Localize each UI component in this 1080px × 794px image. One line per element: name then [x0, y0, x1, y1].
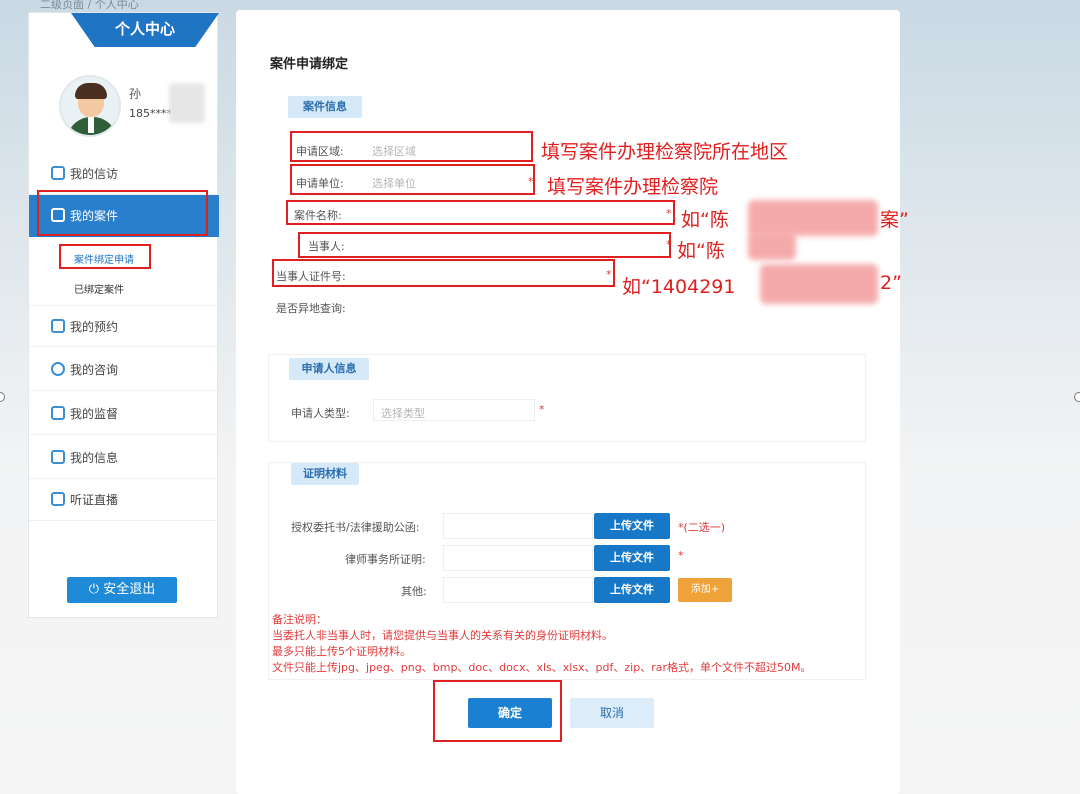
user-name: 孙: [129, 87, 142, 101]
file-name-field-law-firm: [443, 545, 593, 571]
breadcrumb: 二级页面 / 个人中心: [40, 0, 139, 11]
sub-item-bound-cases[interactable]: 已绑定案件: [74, 281, 124, 296]
sidebar-header: 个人中心: [71, 13, 219, 47]
remarks-line: 当委托人非当事人时，请您提供与当事人的关系有关的身份证明材料。: [272, 629, 613, 642]
main-panel: 案件申请绑定 案件信息 申请区域: 选择区域 申请单位: 选择单位 * 案件名称…: [236, 10, 900, 794]
logout-label: 安全退出: [103, 582, 156, 597]
play-icon: [51, 492, 65, 506]
material-label-authorization: 授权委托书/法律援助公函:: [291, 521, 420, 534]
applicant-section: 申请人信息 申请人类型: 选择类型 *: [268, 354, 866, 442]
applicant-tag: 申请人信息: [289, 358, 369, 380]
sidebar-item-label: 我的监督: [70, 407, 119, 421]
resize-handle-left[interactable]: [0, 392, 5, 402]
sidebar-item-consultations[interactable]: 我的咨询: [29, 349, 219, 391]
annotation-case-name-prefix: 如“陈: [681, 209, 729, 231]
annotation-party-prefix: 如“陈: [677, 240, 725, 262]
remote-query-label: 是否异地查询:: [276, 302, 346, 315]
sidebar-item-label: 我的信息: [70, 451, 119, 465]
highlight-case-binding-apply: [59, 244, 151, 269]
sidebar-item-label: 我的咨询: [70, 363, 119, 377]
sidebar-item-hearing-live[interactable]: 听证直播: [29, 479, 219, 521]
material-label-law-firm: 律师事务所证明:: [345, 553, 426, 566]
sidebar-item-appointments[interactable]: 我的预约: [29, 305, 219, 347]
case-info-tag: 案件信息: [288, 96, 362, 118]
annotation-case-name-suffix: 案”: [880, 209, 909, 231]
page-title: 案件申请绑定: [270, 57, 349, 72]
applicant-type-label: 申请人类型:: [291, 407, 350, 420]
material-label-other: 其他:: [401, 585, 427, 598]
file-name-field-other: [443, 577, 593, 603]
sidebar-item-label: 我的预约: [70, 320, 119, 334]
sidebar: 个人中心 孙 185**** 我的信访 我的案件 案件绑定申请 已绑定案件 我的…: [28, 12, 219, 618]
annotation-unit: 填写案件办理检察院: [547, 176, 719, 198]
either-one-note: *(二选一): [678, 521, 726, 534]
remarks-line: 最多只能上传5个证明材料。: [272, 645, 411, 658]
id-card-icon: [51, 450, 65, 464]
materials-tag: 证明材料: [291, 463, 359, 485]
upload-button-other[interactable]: 上传文件: [594, 577, 670, 603]
remarks-line: 文件只能上传jpg、jpeg、png、bmp、doc、docx、xls、xlsx…: [272, 661, 812, 674]
supervise-icon: [51, 406, 65, 420]
annotation-id-prefix: 如“1404291: [622, 276, 736, 298]
privacy-mosaic: [748, 200, 878, 236]
upload-button-authorization[interactable]: 上传文件: [594, 513, 670, 539]
highlight-area: [290, 131, 533, 162]
file-name-field-authorization: [443, 513, 593, 539]
calendar-icon: [51, 319, 65, 333]
highlight-unit: [290, 164, 535, 195]
annotation-id-suffix: 2”: [880, 272, 902, 294]
highlight-id-number: [272, 259, 615, 287]
highlight-confirm: [433, 680, 562, 742]
sidebar-item-letters[interactable]: 我的信访: [29, 153, 219, 195]
applicant-required-mark: *: [539, 403, 545, 416]
law-firm-required-mark: *: [678, 549, 684, 562]
privacy-mosaic: [748, 232, 796, 260]
privacy-mosaic: [760, 264, 878, 304]
power-icon: ⏻: [88, 582, 100, 597]
letter-icon: [51, 166, 65, 180]
remarks-title: 备注说明：: [272, 613, 327, 626]
resize-handle-right[interactable]: [1074, 392, 1080, 402]
annotation-area: 填写案件办理检察院所在地区: [541, 141, 789, 163]
sidebar-item-label: 听证直播: [70, 493, 119, 507]
highlight-party: [298, 232, 671, 258]
sidebar-item-label: 我的信访: [70, 167, 119, 181]
chat-icon: [51, 362, 65, 376]
user-phone: 185****: [129, 107, 172, 120]
sidebar-item-my-info[interactable]: 我的信息: [29, 437, 219, 479]
highlight-case-name: [286, 200, 675, 225]
cancel-button[interactable]: 取消: [570, 698, 654, 728]
privacy-blur: [169, 83, 205, 123]
sidebar-item-supervision[interactable]: 我的监督: [29, 393, 219, 435]
add-material-button[interactable]: 添加+: [678, 578, 732, 602]
highlight-my-cases: [37, 190, 208, 236]
logout-button[interactable]: ⏻ 安全退出: [67, 577, 177, 603]
avatar[interactable]: [59, 75, 121, 137]
upload-button-law-firm[interactable]: 上传文件: [594, 545, 670, 571]
applicant-type-placeholder: 选择类型: [381, 407, 425, 420]
